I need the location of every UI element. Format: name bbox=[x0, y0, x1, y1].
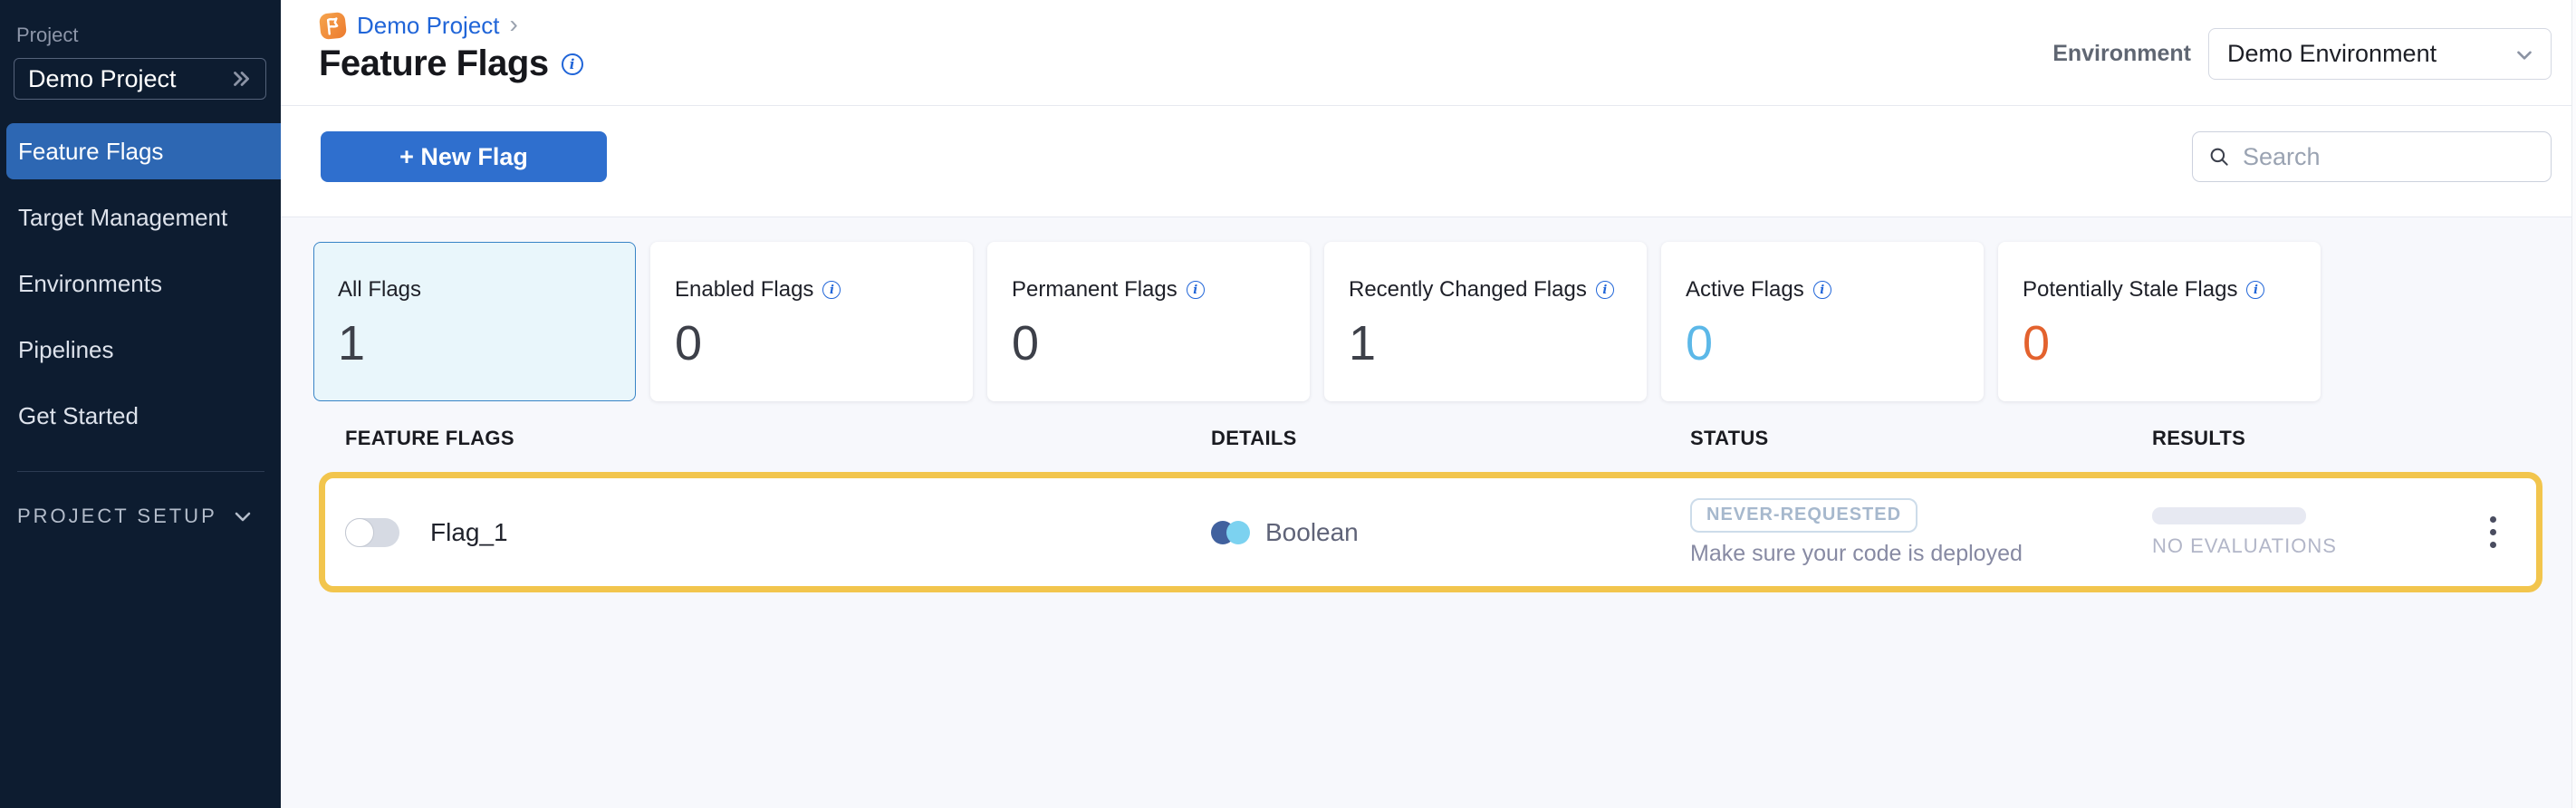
project-selector-name: Demo Project bbox=[28, 65, 177, 93]
column-header-results: RESULTS bbox=[2152, 427, 2476, 450]
info-icon[interactable]: i bbox=[822, 281, 841, 299]
search-input[interactable] bbox=[2243, 143, 2563, 171]
stats-card-recently-changed-flags[interactable]: Recently Changed Flags i 1 bbox=[1324, 242, 1647, 401]
results-placeholder-bar bbox=[2152, 507, 2306, 524]
row-menu-cell bbox=[2483, 509, 2536, 555]
stats-card-potentially-stale-flags[interactable]: Potentially Stale Flags i 0 bbox=[1998, 242, 2321, 401]
kebab-menu-icon[interactable] bbox=[2483, 509, 2504, 555]
flag-table-row[interactable]: Flag_1 Boolean NEVER-REQUESTED Make sure… bbox=[319, 472, 2542, 592]
card-label: Potentially Stale Flags bbox=[2023, 277, 2237, 303]
feature-flags-module-icon bbox=[317, 10, 348, 41]
card-label: Enabled Flags bbox=[675, 277, 813, 303]
card-value: 0 bbox=[1686, 315, 1983, 371]
new-flag-button[interactable]: + New Flag bbox=[321, 131, 607, 182]
card-label: Recently Changed Flags bbox=[1349, 277, 1587, 303]
toggle-knob bbox=[345, 518, 374, 547]
card-value: 1 bbox=[338, 315, 635, 371]
page-title: Feature Flags bbox=[319, 43, 549, 84]
column-header-feature-flags: FEATURE FLAGS bbox=[345, 427, 1211, 450]
card-value: 1 bbox=[1349, 315, 1646, 371]
sidebar-item-label: Pipelines bbox=[18, 336, 114, 364]
sidebar-item-label: Target Management bbox=[18, 204, 227, 232]
card-value: 0 bbox=[2023, 315, 2320, 371]
chevron-down-icon bbox=[2513, 43, 2536, 66]
app-window: Project Demo Project Feature Flags Targe… bbox=[0, 0, 2576, 808]
boolean-type-icon bbox=[1211, 520, 1251, 545]
status-cell: NEVER-REQUESTED Make sure your code is d… bbox=[1690, 498, 2152, 567]
scrollbar-track[interactable] bbox=[2571, 0, 2576, 808]
details-cell: Boolean bbox=[1211, 518, 1690, 547]
sidebar-item-feature-flags[interactable]: Feature Flags bbox=[6, 123, 281, 179]
stats-card-all-flags[interactable]: All Flags 1 bbox=[313, 242, 636, 401]
sidebar-item-environments[interactable]: Environments bbox=[0, 255, 281, 312]
column-header-details: DETAILS bbox=[1211, 427, 1690, 450]
sidebar-item-label: Feature Flags bbox=[18, 138, 163, 166]
project-setup-label: PROJECT SETUP bbox=[17, 505, 217, 528]
sidebar-item-pipelines[interactable]: Pipelines bbox=[0, 322, 281, 378]
environment-label: Environment bbox=[2052, 41, 2191, 67]
results-label: NO EVALUATIONS bbox=[2152, 534, 2476, 558]
flag-cell: Flag_1 bbox=[345, 518, 1211, 547]
sidebar-nav: Feature Flags Target Management Environm… bbox=[0, 100, 281, 444]
info-icon[interactable]: i bbox=[1187, 281, 1205, 299]
sidebar-item-get-started[interactable]: Get Started bbox=[0, 388, 281, 444]
card-label: Active Flags bbox=[1686, 277, 1804, 303]
status-message: Make sure your code is deployed bbox=[1690, 541, 2152, 567]
stats-card-active-flags[interactable]: Active Flags i 0 bbox=[1661, 242, 1984, 401]
breadcrumb-project-link[interactable]: Demo Project bbox=[357, 12, 500, 40]
chevron-down-icon bbox=[232, 505, 254, 527]
flags-table-header: FEATURE FLAGS DETAILS STATUS RESULTS bbox=[319, 427, 2542, 450]
stats-card-enabled-flags[interactable]: Enabled Flags i 0 bbox=[650, 242, 973, 401]
project-sidebar: Project Demo Project Feature Flags Targe… bbox=[0, 0, 281, 808]
column-header-status: STATUS bbox=[1690, 427, 2152, 450]
double-chevron-right-icon[interactable] bbox=[229, 67, 253, 91]
stats-cards-row: All Flags 1 Enabled Flags i 0 Permanent … bbox=[281, 217, 2576, 401]
environment-select[interactable]: Demo Environment bbox=[2208, 28, 2552, 80]
card-label: All Flags bbox=[338, 277, 421, 303]
sidebar-item-label: Environments bbox=[18, 270, 162, 298]
sidebar-item-target-management[interactable]: Target Management bbox=[0, 189, 281, 245]
page-header: Demo Project › Feature Flags i Environme… bbox=[281, 0, 2576, 106]
info-icon[interactable]: i bbox=[2246, 281, 2264, 299]
flags-toolbar: + New Flag bbox=[281, 106, 2576, 217]
card-label: Permanent Flags bbox=[1012, 277, 1177, 303]
search-icon bbox=[2207, 145, 2231, 168]
environment-picker: Environment Demo Environment bbox=[2052, 28, 2552, 80]
results-cell: NO EVALUATIONS bbox=[2152, 507, 2476, 558]
info-icon[interactable]: i bbox=[1813, 281, 1831, 299]
card-value: 0 bbox=[1012, 315, 1309, 371]
card-value: 0 bbox=[675, 315, 972, 371]
stats-card-permanent-flags[interactable]: Permanent Flags i 0 bbox=[987, 242, 1310, 401]
main-panel: Demo Project › Feature Flags i Environme… bbox=[281, 0, 2576, 808]
environment-select-value: Demo Environment bbox=[2227, 40, 2437, 68]
search-box bbox=[2192, 131, 2552, 182]
flag-type-label: Boolean bbox=[1265, 518, 1359, 547]
project-selector[interactable]: Demo Project bbox=[14, 58, 266, 100]
sidebar-divider bbox=[17, 471, 264, 472]
flags-content: All Flags 1 Enabled Flags i 0 Permanent … bbox=[281, 217, 2576, 808]
flag-toggle[interactable] bbox=[345, 518, 399, 547]
info-icon[interactable]: i bbox=[1596, 281, 1614, 299]
project-setup-section-toggle[interactable]: PROJECT SETUP bbox=[17, 505, 281, 528]
breadcrumb-chevron-icon: › bbox=[510, 10, 518, 39]
status-badge: NEVER-REQUESTED bbox=[1690, 498, 1918, 533]
title-info-icon[interactable]: i bbox=[562, 53, 583, 75]
flag-name: Flag_1 bbox=[430, 518, 508, 547]
project-label: Project bbox=[16, 24, 281, 47]
sidebar-item-label: Get Started bbox=[18, 402, 139, 430]
